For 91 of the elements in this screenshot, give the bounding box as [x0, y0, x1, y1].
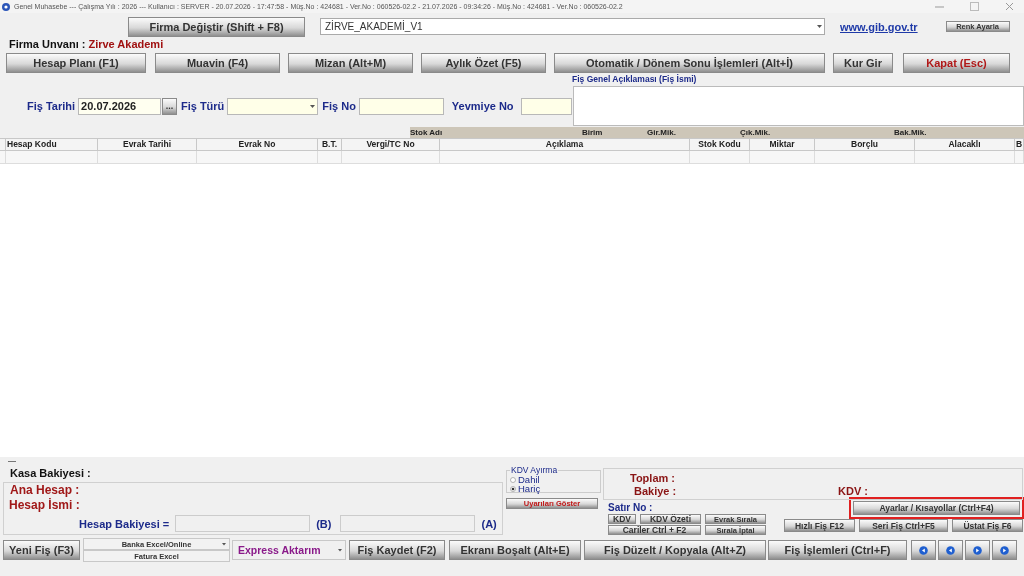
row-no-label: Satır No :: [608, 502, 654, 514]
table-cell[interactable]: [98, 151, 197, 164]
quick-voucher-button[interactable]: Hızlı Fiş F12: [784, 519, 855, 532]
table-cell[interactable]: [815, 151, 915, 164]
column-header[interactable]: Borçlu: [815, 138, 915, 151]
b-label: (B): [316, 517, 332, 530]
toolbar-button[interactable]: Otomatik / Dönem Sonu İşlemleri (Alt+İ): [554, 53, 825, 73]
journal-no-label: Yevmiye No: [451, 100, 514, 112]
toolbar-button[interactable]: Hesap Planı (F1): [6, 53, 146, 73]
navigation-button[interactable]: [938, 540, 963, 560]
small-button[interactable]: KDV Özeti: [640, 514, 701, 524]
column-header[interactable]: Alacaklı: [915, 138, 1015, 151]
action-button[interactable]: Fiş Düzelt / Kopyala (Alt+Z): [584, 540, 766, 560]
website-link[interactable]: www.gib.gov.tr: [840, 20, 918, 33]
toolbar-button[interactable]: Aylık Özet (F5): [421, 53, 546, 73]
vat-radio[interactable]: Hariç: [510, 484, 600, 493]
total-label: Toplam :: [630, 472, 675, 484]
caret-icon: [310, 103, 316, 109]
toolbar-button[interactable]: Kapat (Esc): [903, 53, 1010, 73]
journal-no-field[interactable]: [520, 97, 572, 115]
vat-label: KDV :: [838, 485, 868, 497]
action-button[interactable]: Fiş İşlemleri (Ctrl+F): [768, 540, 907, 560]
arrow-icon: [973, 545, 982, 555]
table-cell[interactable]: [6, 151, 98, 164]
navigation-button[interactable]: [911, 540, 936, 560]
column-header[interactable]: Evrak No: [197, 138, 318, 151]
express-transfer-combo[interactable]: Express Aktarım: [232, 540, 346, 560]
caret-icon: [222, 542, 226, 546]
splitter-icon[interactable]: [8, 459, 16, 463]
column-header[interactable]: Açıklama: [440, 138, 690, 151]
table-cell[interactable]: [0, 151, 6, 164]
table-cell[interactable]: [750, 151, 815, 164]
date-label: Fiş Tarihi: [27, 100, 76, 112]
number-label: Fiş No: [322, 100, 356, 112]
navigation-button[interactable]: [965, 540, 990, 560]
table-cell[interactable]: [915, 151, 1015, 164]
balance-label: Bakiye :: [634, 485, 677, 497]
column-header[interactable]: Evrak Tarihi: [98, 138, 197, 151]
settings-shortcuts-button[interactable]: Ayarlar / Kısayollar (Ctrl+F4): [853, 501, 1020, 515]
type-label: Fiş Türü: [180, 100, 225, 112]
caret-icon: [338, 548, 342, 552]
company-combo[interactable]: ZİRVE_AKADEMİ_V1: [320, 18, 825, 35]
cash-balance-label: Kasa Bakiyesi :: [10, 466, 92, 481]
account-name-label: Hesap İsmi :: [9, 498, 81, 513]
arrow-icon: [919, 545, 928, 555]
table-cell[interactable]: [690, 151, 750, 164]
column-header[interactable]: Vergi/TC No: [342, 138, 440, 151]
small-button[interactable]: KDV: [608, 514, 636, 524]
vat-radio[interactable]: Dahil: [510, 475, 600, 484]
group-column-header: Stok Adı: [410, 128, 444, 137]
small-button[interactable]: Cariler Ctrl + F2: [608, 525, 701, 535]
new-voucher-button[interactable]: Yeni Fiş (F3): [3, 540, 80, 560]
column-header[interactable]: Miktar: [750, 138, 815, 151]
type-combo[interactable]: [227, 97, 319, 115]
table-cell[interactable]: [318, 151, 342, 164]
maximize-icon[interactable]: [970, 2, 979, 11]
toolbar-button[interactable]: Mizan (Alt+M): [288, 53, 413, 73]
group-column-header: Bak.Mik.: [893, 128, 928, 137]
arrow-icon: [1000, 545, 1009, 555]
account-balance-label: Hesap Bakiyesi =: [79, 517, 170, 530]
quick-voucher-button[interactable]: Üstat Fiş F6: [952, 519, 1023, 532]
toolbar-button[interactable]: Kur Gir: [833, 53, 893, 73]
caret-icon: [817, 24, 822, 29]
action-button[interactable]: Ekranı Boşalt (Alt+E): [449, 540, 581, 560]
table-cell[interactable]: [342, 151, 440, 164]
column-header[interactable]: Hesap Kodu: [6, 138, 98, 151]
date-field[interactable]: 20.07.2026: [78, 97, 162, 115]
table-cell[interactable]: [1015, 151, 1024, 164]
table-cell[interactable]: [197, 151, 318, 164]
main-account-label: Ana Hesap :: [10, 483, 81, 498]
group-column-header: Birim: [581, 128, 604, 137]
description-label: Fiş Genel Açıklaması (Fiş İsmi): [572, 74, 698, 86]
navigation-button[interactable]: [992, 540, 1017, 560]
date-picker-button[interactable]: ...: [162, 97, 177, 115]
a-label: (A): [481, 517, 497, 530]
company-name: Zirve Akademi: [88, 38, 164, 50]
company-label: Firma Unvanı :: [9, 38, 86, 50]
quick-voucher-button[interactable]: Seri Fiş Ctrl+F5: [859, 519, 948, 532]
column-header[interactable]: B.T.: [318, 138, 342, 151]
vat-group-title: KDV Ayırma: [510, 465, 559, 475]
close-icon[interactable]: [1005, 2, 1014, 11]
description-field[interactable]: [573, 86, 1024, 126]
action-button[interactable]: Fiş Kaydet (F2): [349, 540, 445, 560]
arrow-icon: [946, 545, 955, 555]
column-header[interactable]: Stok Kodu: [690, 138, 750, 151]
number-field[interactable]: [358, 97, 444, 115]
group-column-header: Çık.Mik.: [739, 128, 772, 137]
toolbar-button[interactable]: Muavin (F4): [155, 53, 280, 73]
table-cell[interactable]: [440, 151, 690, 164]
group-column-header: Gir.Mik.: [646, 128, 677, 137]
change-company-button[interactable]: Firma Değiştir (Shift + F8): [128, 16, 305, 37]
